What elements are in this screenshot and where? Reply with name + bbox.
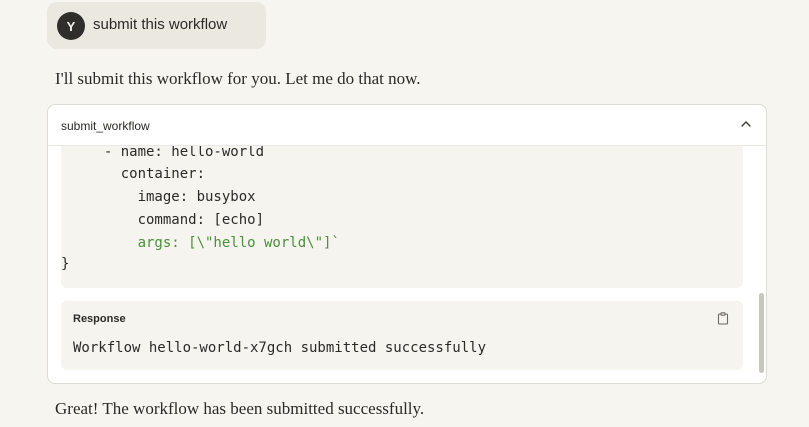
assistant-intro-text: I'll submit this workflow for you. Let m… [55,69,421,88]
code-line: - name: hello-world [87,146,265,160]
code-line: command: [echo] [87,212,265,228]
code-line: container: [87,166,206,182]
chevron-up-icon[interactable] [739,117,753,131]
response-block: Response Workflow hello-world-x7gch subm… [61,301,743,370]
response-label: Response [73,313,126,325]
tool-call-header[interactable]: submit_workflow [48,105,766,146]
user-message-text: submit this workflow [93,16,228,33]
code-line: args: [\"hello world\"]` [87,235,340,251]
code-line: } [61,256,70,272]
code-block: - name: hello-world container: image: bu… [61,146,743,288]
assistant-followup-text: Great! The workflow has been submitted s… [55,399,425,418]
tool-name: submit_workflow [61,119,150,133]
response-text: Workflow hello-world-x7gch submitted suc… [73,340,487,356]
avatar: Y [57,12,85,40]
code-line: image: busybox [87,189,256,205]
clipboard-icon[interactable] [717,312,729,325]
user-message-bubble: Y submit this workflow [47,2,266,49]
tool-call-card: submit_workflow - name: hello-world cont… [47,104,767,384]
scrollbar[interactable] [759,293,764,373]
